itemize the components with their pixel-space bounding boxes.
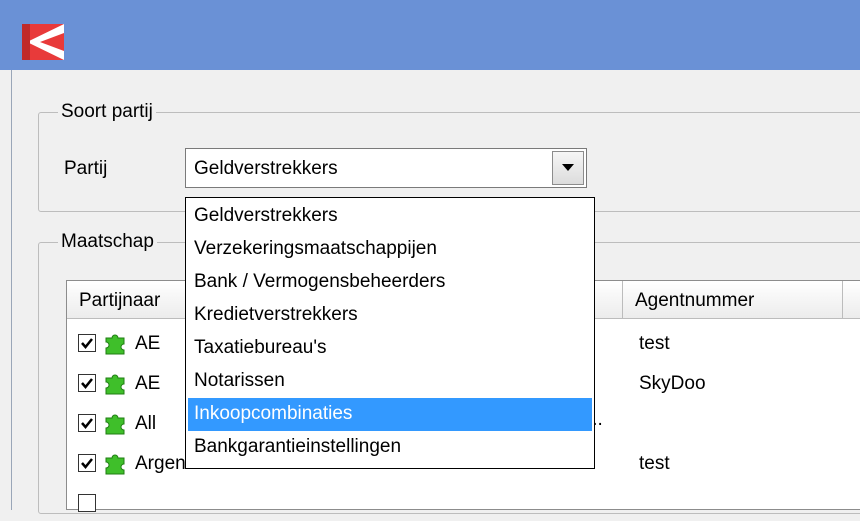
checkmark-icon: [81, 418, 93, 429]
dropdown-option-taxatiebureaus[interactable]: Taxatiebureau's: [188, 332, 592, 365]
dropdown-option-bankgarantieinstellingen[interactable]: Bankgarantieinstellingen: [188, 431, 592, 464]
dropdown-option-inkoopcombinaties[interactable]: Inkoopcombinaties: [188, 398, 592, 431]
partij-select[interactable]: Geldverstrekkers: [185, 148, 587, 188]
dropdown-option-bank-vermogensbeheerders[interactable]: Bank / Vermogensbeheerders: [188, 266, 592, 299]
agentnummer: SkyDoo: [639, 373, 706, 394]
checkmark-icon: [81, 338, 93, 349]
partij-dropdown-list[interactable]: Geldverstrekkers Verzekeringsmaatschappi…: [185, 197, 595, 469]
checkmark-icon: [81, 458, 93, 469]
chevron-down-icon: [562, 164, 574, 171]
puzzle-piece-icon: [105, 454, 125, 475]
dropdown-option-kredietverstrekkers[interactable]: Kredietverstrekkers: [188, 299, 592, 332]
agentnummer: test: [639, 333, 670, 354]
puzzle-piece-icon: [105, 374, 125, 395]
row-checkbox[interactable]: [78, 494, 96, 512]
partij-name: AE: [135, 333, 161, 354]
checkmark-icon: [81, 378, 93, 389]
row-checkbox[interactable]: [78, 374, 96, 392]
row-checkbox[interactable]: [78, 414, 96, 432]
window-titlebar[interactable]: [0, 0, 860, 70]
puzzle-piece-icon: [105, 414, 125, 435]
app-logo-icon: [22, 24, 64, 60]
soort-partij-legend: Soort partij: [58, 101, 156, 123]
partij-name: All: [135, 413, 157, 434]
column-header-extra[interactable]: [843, 281, 860, 319]
dropdown-option-verzekeringsmaatschappijen[interactable]: Verzekeringsmaatschappijen: [188, 233, 592, 266]
agentnummer: test: [639, 453, 670, 474]
partij-name: AE: [135, 373, 161, 394]
dropdown-button[interactable]: [552, 151, 584, 185]
puzzle-piece-icon: [105, 334, 125, 355]
table-row-partial[interactable]: [67, 487, 860, 521]
dropdown-option-geldverstrekkers[interactable]: Geldverstrekkers: [188, 200, 592, 233]
maatschappijen-legend: Maatschap: [58, 231, 157, 253]
partij-label: Partij: [64, 158, 108, 179]
row-checkbox[interactable]: [78, 334, 96, 352]
dropdown-option-notarissen[interactable]: Notarissen: [188, 365, 592, 398]
column-header-agentnummer[interactable]: Agentnummer: [623, 281, 843, 319]
partij-select-value: Geldverstrekkers: [194, 158, 338, 179]
row-checkbox[interactable]: [78, 454, 96, 472]
